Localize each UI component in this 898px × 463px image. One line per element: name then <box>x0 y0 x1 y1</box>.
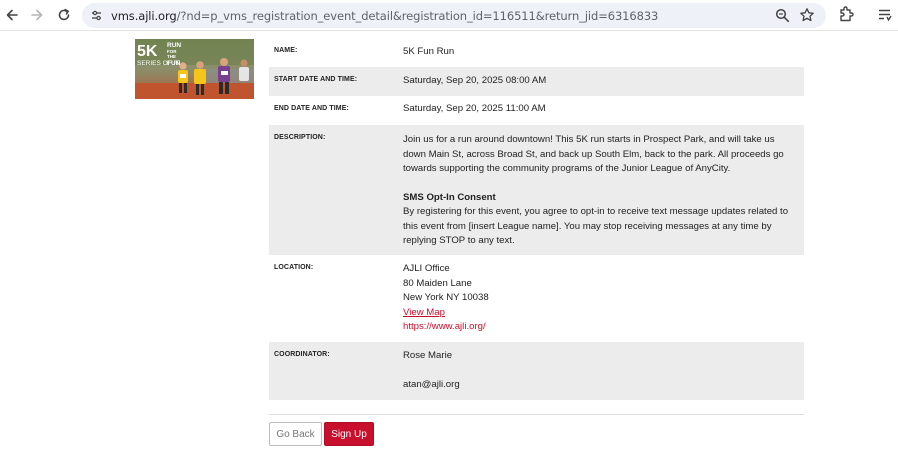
zoom-icon[interactable] <box>775 8 790 23</box>
go-back-button[interactable]: Go Back <box>269 422 322 446</box>
event-image-series-text: SERIES OF IT <box>137 60 179 67</box>
start-date-row: START DATE AND TIME: Saturday, Sep 20, 2… <box>269 67 804 96</box>
name-row: NAME: 5K Fun Run <box>269 38 804 67</box>
event-image-the-text: THE <box>167 54 176 59</box>
coordinator-row: COORDINATOR: Rose Marie atan@ajli.org <box>269 342 804 400</box>
sms-consent-heading: SMS Opt-In Consent <box>403 191 496 203</box>
event-image-run-text: RUN <box>167 42 181 49</box>
url-path: /?nd=p_vms_registration_event_detail&reg… <box>176 9 659 23</box>
extensions-puzzle-icon[interactable] <box>838 6 854 24</box>
end-date-value: Saturday, Sep 20, 2025 11:00 AM <box>403 103 546 114</box>
site-settings-icon[interactable] <box>89 8 104 23</box>
location-row: LOCATION: AJLI Office 80 Maiden Lane New… <box>269 255 804 342</box>
end-date-label: END DATE AND TIME: <box>274 105 349 112</box>
event-image: 5K RUN FOR THE FUN SERIES OF IT <box>135 39 254 99</box>
start-date-label: START DATE AND TIME: <box>274 76 358 83</box>
sign-up-button[interactable]: Sign Up <box>324 422 374 446</box>
location-value: AJLI Office 80 Maiden Lane New York NY 1… <box>403 255 804 342</box>
back-arrow-icon[interactable] <box>2 5 22 25</box>
coordinator-name: Rose Marie <box>403 350 453 361</box>
address-bar[interactable]: vms.ajli.org/?nd=p_vms_registration_even… <box>82 3 826 28</box>
location-line-1: AJLI Office <box>403 263 450 274</box>
location-label: LOCATION: <box>274 264 314 271</box>
bookmark-star-icon[interactable] <box>799 7 815 23</box>
end-date-row: END DATE AND TIME: Saturday, Sep 20, 202… <box>269 96 804 125</box>
view-map-link[interactable]: View Map <box>403 306 798 321</box>
name-value: 5K Fun Run <box>403 46 455 57</box>
event-image-5k-text: 5K <box>137 43 158 60</box>
website-link[interactable]: https://www.ajli.org/ <box>403 320 798 335</box>
url-host: vms.ajli.org <box>111 9 177 23</box>
coordinator-label: COORDINATOR: <box>274 351 330 358</box>
reading-list-icon[interactable] <box>877 7 893 23</box>
name-label: NAME: <box>274 47 298 54</box>
description-text: Join us for a run around downtown! This … <box>403 134 784 174</box>
sms-consent-text: By registering for this event, you agree… <box>403 206 789 246</box>
browser-toolbar: vms.ajli.org/?nd=p_vms_registration_even… <box>0 0 898 31</box>
event-detail-table: NAME: 5K Fun Run START DATE AND TIME: Sa… <box>269 38 804 400</box>
location-line-3: New York NY 10038 <box>403 292 489 303</box>
description-value: Join us for a run around downtown! This … <box>403 125 804 255</box>
coordinator-email: atan@ajli.org <box>403 378 460 390</box>
reload-icon[interactable] <box>54 5 74 25</box>
description-label: DESCRIPTION: <box>274 134 326 141</box>
location-line-2: 80 Maiden Lane <box>403 277 472 289</box>
divider <box>269 414 804 415</box>
forward-arrow-icon[interactable] <box>27 5 47 25</box>
description-row: DESCRIPTION: Join us for a run around do… <box>269 125 804 255</box>
coordinator-value: Rose Marie atan@ajli.org <box>403 342 804 400</box>
start-date-value: Saturday, Sep 20, 2025 08:00 AM <box>403 75 547 86</box>
url-text[interactable]: vms.ajli.org/?nd=p_vms_registration_even… <box>111 9 658 23</box>
